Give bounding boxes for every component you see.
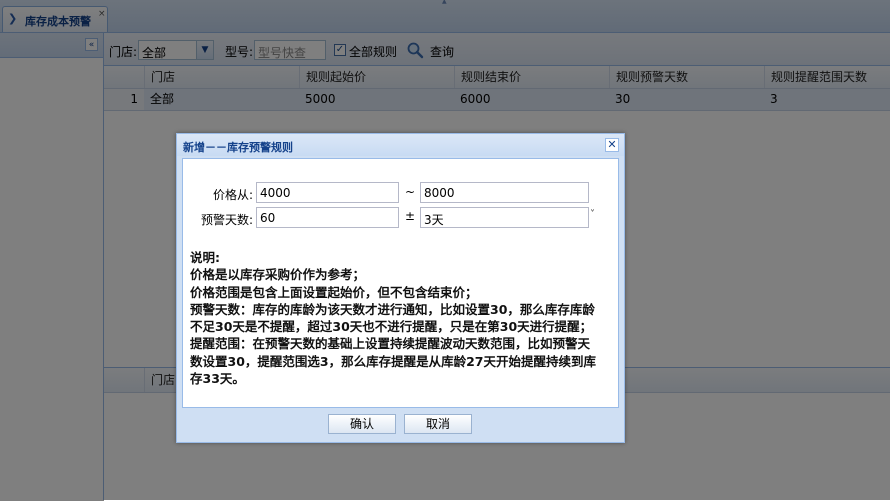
- note-line: 提醒范围：在预警天数的基础上设置持续提醒波动天数范围，比如预警天: [190, 336, 591, 352]
- note-line: 不足30天是不提醒，超过30天也不进行提醒，只是在第30天进行提醒；: [190, 319, 593, 335]
- price-tilde: ~: [405, 185, 416, 199]
- confirm-button[interactable]: 确认: [328, 414, 396, 434]
- alert-days-label: 预警天数:: [200, 213, 253, 227]
- note-line: 说明:: [190, 250, 220, 265]
- price-label: 价格从:: [212, 188, 253, 202]
- price-to-input[interactable]: 8000: [420, 182, 589, 203]
- note-line: 存33天。: [190, 371, 245, 387]
- chevron-down-icon[interactable]: ˅: [590, 209, 595, 220]
- close-icon[interactable]: ✕: [605, 138, 619, 152]
- note-line: 数设置30，提醒范围选3，那么库存提醒是从库龄27天开始提醒持续到库: [190, 353, 596, 369]
- alert-days-input[interactable]: 60: [256, 207, 399, 228]
- add-rule-dialog: 新增－－库存预警规则 ✕ 价格从: 4000 ~ 8000 预警天数: 60 ±…: [176, 133, 625, 443]
- cancel-button[interactable]: 取消: [404, 414, 472, 434]
- note-line: 价格范围是包含上面设置起始价，但不包含结束价；: [190, 284, 478, 300]
- remind-range-select[interactable]: 3天: [420, 207, 589, 228]
- note-line: 预警天数：库存的库龄为该天数才进行通知，比如设置30，那么库存库龄: [190, 301, 595, 317]
- plus-minus-sign: ±: [405, 209, 416, 223]
- dialog-form: 价格从: 4000 ~ 8000 预警天数: 60 ± 3天 ˅ 说明: 价格是…: [182, 158, 619, 408]
- note-line: 价格是以库存采购价作为参考；: [190, 267, 366, 283]
- app-window: ▲ ❯ 库存成本预警 × « 门店: 全部 ▼ 型号: 型号快查 ✓ 全部规则: [0, 0, 890, 501]
- dialog-title: 新增－－库存预警规则: [183, 141, 293, 154]
- price-from-input[interactable]: 4000: [256, 182, 399, 203]
- explanation-text: 说明: 价格是以库存采购价作为参考； 价格范围是包含上面设置起始价，但不包含结束…: [190, 249, 615, 387]
- dialog-title-bar[interactable]: 新增－－库存预警规则 ✕: [177, 134, 624, 156]
- dialog-buttons: 确认 取消: [177, 412, 624, 440]
- remind-range-value: 3天: [424, 213, 444, 227]
